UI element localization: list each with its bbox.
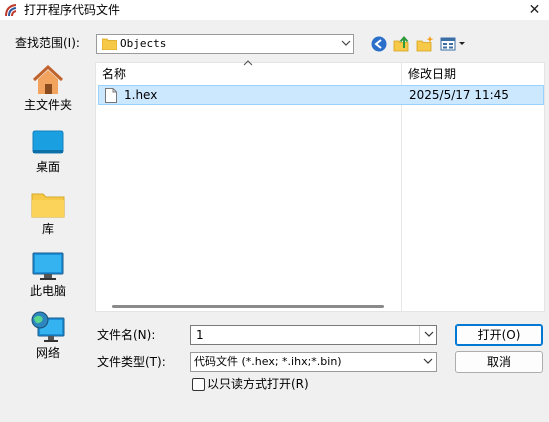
readonly-label[interactable]: 以只读方式打开(R) (207, 376, 309, 392)
library-folder-icon (31, 193, 65, 218)
filetype-value: 代码文件 (*.hex; *.ihx;*.bin) (194, 355, 342, 368)
column-header-name[interactable]: 名称 (102, 66, 126, 82)
place-desktop[interactable]: 桌面 (5, 120, 91, 180)
view-menu-icon[interactable] (440, 35, 468, 53)
sort-ascending-icon (243, 59, 253, 69)
up-folder-icon[interactable] (393, 35, 411, 53)
place-network[interactable]: 网络 (5, 306, 91, 366)
horizontal-scrollbar[interactable] (112, 305, 384, 308)
open-button[interactable]: 打开(O) (455, 324, 543, 346)
folder-icon (101, 38, 118, 51)
filetype-label: 文件类型(T): (97, 355, 166, 369)
place-library[interactable]: 库 (5, 182, 91, 242)
place-label: 库 (41, 222, 54, 236)
chevron-down-icon[interactable] (419, 353, 436, 371)
cancel-button[interactable]: 取消 (455, 351, 543, 373)
places-bar: 主文件夹 桌面 库 此电脑 网络 (5, 58, 91, 414)
close-button[interactable]: ✕ (520, 0, 549, 20)
network-icon (31, 311, 65, 342)
filetype-dropdown[interactable]: 代码文件 (*.hex; *.ihx;*.bin) (190, 352, 437, 372)
chevron-down-icon[interactable] (419, 326, 437, 344)
lookin-dropdown[interactable]: Objects (96, 34, 354, 54)
file-name: 1.hex (124, 88, 158, 102)
chevron-down-icon[interactable] (338, 35, 353, 53)
lookin-label: 查找范围(I): (15, 36, 80, 50)
home-icon (32, 64, 64, 94)
file-modified-date: 2025/5/17 11:45 (409, 88, 509, 102)
lookin-value: Objects (120, 37, 167, 50)
place-label: 网络 (35, 346, 60, 360)
filename-label: 文件名(N): (97, 328, 156, 342)
filename-input[interactable]: 1 (190, 325, 437, 345)
file-row[interactable]: 1.hex 2025/5/17 11:45 (98, 85, 544, 105)
desktop-icon (32, 130, 64, 154)
place-computer[interactable]: 此电脑 (5, 244, 91, 304)
file-list[interactable]: 名称 修改日期 1.hex 2025/5/17 11:45 (95, 59, 545, 312)
back-icon[interactable] (370, 35, 388, 53)
file-icon (105, 88, 117, 103)
computer-icon (32, 252, 64, 280)
readonly-checkbox[interactable] (192, 378, 205, 391)
column-header-date[interactable]: 修改日期 (408, 66, 456, 82)
place-label: 此电脑 (29, 284, 66, 298)
new-folder-icon[interactable] (416, 35, 434, 53)
place-label: 主文件夹 (23, 98, 72, 112)
place-home[interactable]: 主文件夹 (5, 58, 91, 118)
app-icon (4, 2, 20, 18)
place-label: 桌面 (35, 160, 60, 174)
filename-value: 1 (196, 328, 204, 342)
window-title: 打开程序代码文件 (24, 3, 121, 17)
title-bar: 打开程序代码文件 ✕ (0, 0, 549, 20)
